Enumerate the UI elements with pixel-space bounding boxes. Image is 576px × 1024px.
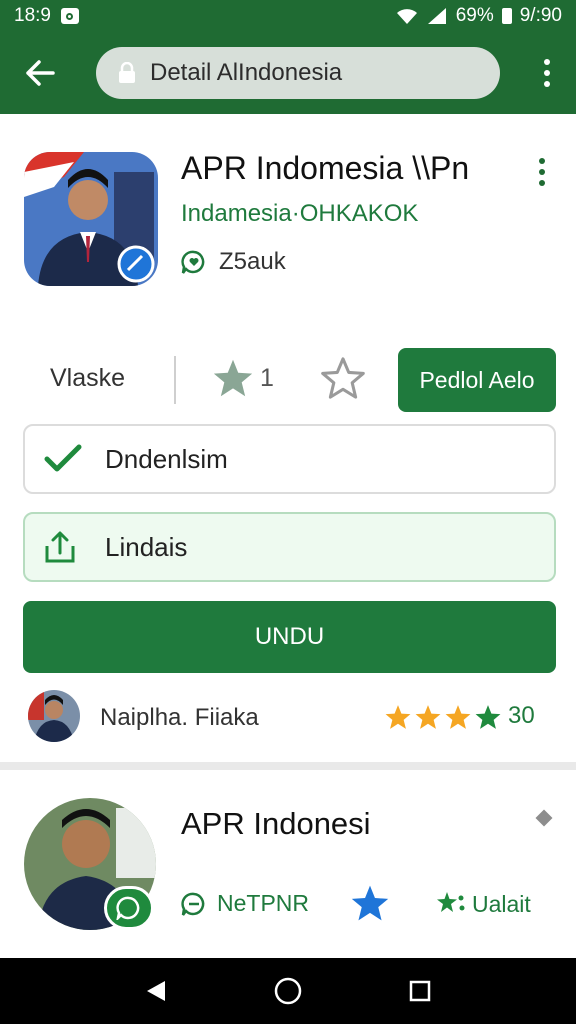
- reviewer-name: Naiplha. Fiiaka: [100, 704, 259, 731]
- app-detail-card: APR Indomesia \\Pn Indamesia·OHKAKOK Z5a…: [0, 114, 576, 762]
- wifi-icon: [396, 9, 417, 24]
- app-developer[interactable]: Indamesia·OHKAKOK: [181, 200, 418, 228]
- reviewer-stars: [384, 704, 502, 730]
- nav-back-button[interactable]: [126, 961, 186, 1021]
- section-divider: [0, 762, 576, 770]
- url-text: Detail AlIndonesia: [150, 59, 343, 86]
- more-vert-icon: [544, 59, 550, 87]
- action-row: Vlaske 1 Pedlol Aelo: [0, 348, 576, 412]
- arrow-left-icon: [26, 60, 55, 86]
- url-bar[interactable]: Detail AlIndonesia: [96, 47, 500, 99]
- star-icon: [475, 705, 501, 729]
- nav-home-button[interactable]: [258, 961, 318, 1021]
- primary-action-button[interactable]: Pedlol Aelo: [398, 348, 556, 412]
- related-app-title: APR Indonesi: [181, 806, 371, 841]
- system-nav-bar: [0, 958, 576, 1024]
- status-time: 18:9: [14, 5, 51, 26]
- lock-icon: [119, 62, 135, 83]
- app-bar: Detail AlIndonesia: [0, 32, 576, 114]
- star-outline-icon: [321, 357, 365, 399]
- app-options-button[interactable]: [539, 158, 545, 186]
- check-icon: [43, 443, 89, 475]
- chat-icon: [181, 892, 205, 916]
- sparkle-star-icon: [437, 892, 465, 912]
- rating-count[interactable]: 1: [212, 358, 274, 398]
- star-icon: [351, 885, 389, 921]
- back-button[interactable]: [0, 32, 80, 114]
- circle-home-icon: [274, 977, 302, 1005]
- reviewer-avatar: [28, 690, 80, 742]
- more-vert-icon: [539, 158, 545, 186]
- star-count-value: 1: [260, 363, 274, 392]
- app-size-row: Z5auk: [181, 248, 286, 276]
- status-bar: 18:9 69% 9/:90: [0, 0, 576, 32]
- star-icon: [445, 705, 471, 729]
- app-icon: [24, 152, 158, 286]
- option-item-check[interactable]: Dndenlsim: [23, 424, 556, 494]
- app-title: APR Indomesia \\Pn: [181, 150, 470, 186]
- notification-icon: [60, 8, 79, 24]
- related-app-card[interactable]: APR Indonesi NeTPNR Ualait: [0, 770, 576, 958]
- option-label: Dndenlsim: [105, 443, 228, 474]
- share-icon: [43, 530, 89, 564]
- star-filled-icon: [213, 359, 253, 397]
- options-diamond-icon[interactable]: [535, 809, 553, 827]
- reviewer-row[interactable]: Naiplha. Fiiaka 30: [0, 686, 576, 752]
- option-label: Lindais: [105, 531, 188, 562]
- download-button[interactable]: UNDU: [23, 601, 556, 673]
- related-app-tag-label: NeTPNR: [217, 890, 310, 916]
- status-clock: 9/:90: [519, 5, 562, 26]
- review-count: 30: [508, 702, 535, 729]
- battery-percent: 69%: [455, 5, 494, 26]
- triangle-back-icon: [147, 981, 165, 1001]
- chat-heart-icon: [181, 250, 205, 274]
- whatsapp-badge-icon: [104, 886, 154, 930]
- related-app-link-label: Ualait: [472, 890, 531, 917]
- divider: [174, 356, 176, 404]
- nav-recents-button[interactable]: [390, 961, 450, 1021]
- signal-icon: [427, 8, 446, 24]
- favorite-star-button[interactable]: [350, 884, 390, 927]
- star-icon: [385, 705, 411, 729]
- wishlist-label[interactable]: Vlaske: [50, 364, 125, 393]
- option-item-share[interactable]: Lindais: [23, 512, 556, 582]
- overflow-menu-button[interactable]: [518, 32, 576, 114]
- app-size-label: Z5auk: [219, 248, 286, 275]
- related-app-link[interactable]: Ualait: [436, 890, 531, 918]
- related-app-tag[interactable]: NeTPNR: [181, 890, 309, 917]
- square-recents-icon: [409, 980, 431, 1002]
- battery-icon: [501, 8, 512, 24]
- rate-star-button[interactable]: [320, 356, 366, 405]
- star-icon: [415, 705, 441, 729]
